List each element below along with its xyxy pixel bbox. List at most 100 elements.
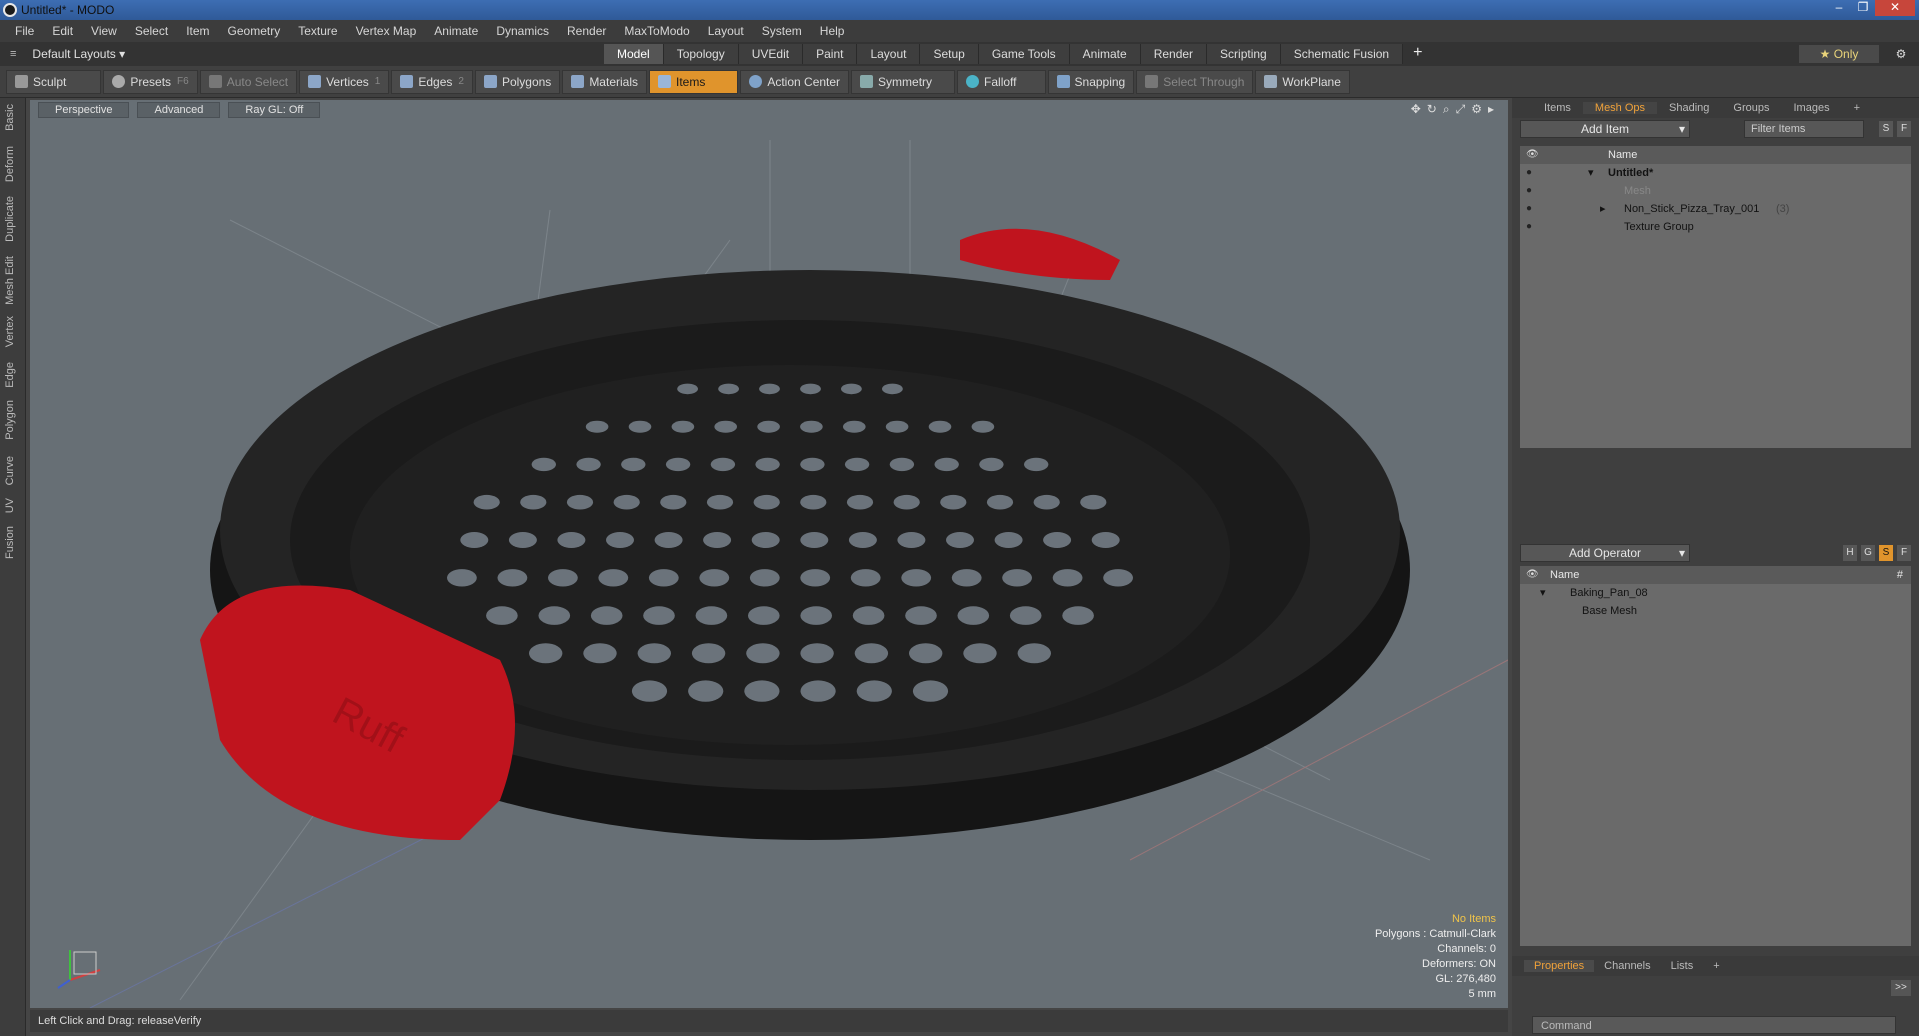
menu-layout[interactable]: Layout bbox=[699, 24, 753, 38]
s-button[interactable]: S bbox=[1879, 121, 1893, 137]
menu-texture[interactable]: Texture bbox=[289, 24, 346, 38]
menu-view[interactable]: View bbox=[82, 24, 126, 38]
gear-icon[interactable]: ⚙ bbox=[1891, 45, 1911, 63]
viewport-gear-icon[interactable]: ⚙ bbox=[1471, 102, 1482, 117]
eye-icon[interactable]: ● bbox=[1526, 218, 1532, 236]
menu-file[interactable]: File bbox=[6, 24, 43, 38]
left-tab-duplicate[interactable]: Duplicate bbox=[4, 196, 16, 242]
workplane-button[interactable]: WorkPlane bbox=[1255, 69, 1350, 94]
tab-properties[interactable]: Properties bbox=[1524, 960, 1595, 972]
left-tab-mesh-edit[interactable]: Mesh Edit bbox=[4, 256, 16, 305]
expand-arrow-icon[interactable]: ▸ bbox=[1488, 102, 1494, 117]
add-operator-button[interactable]: Add Operator ▾ bbox=[1520, 544, 1690, 562]
left-tab-curve[interactable]: Curve bbox=[4, 456, 16, 485]
edges-button[interactable]: Edges 2 bbox=[391, 69, 473, 94]
filter-items-input[interactable]: Filter Items bbox=[1744, 120, 1864, 138]
f-button[interactable]: F bbox=[1897, 121, 1911, 137]
symmetry-button[interactable]: Symmetry bbox=[851, 69, 956, 94]
tree-row-texture-group[interactable]: ● Texture Group bbox=[1520, 218, 1911, 236]
zoom-icon[interactable]: ⌕ bbox=[1443, 102, 1450, 117]
pan-icon[interactable]: ✥ bbox=[1411, 102, 1421, 117]
add-props-tab-button[interactable]: + bbox=[1703, 960, 1729, 972]
tab-game-tools[interactable]: Game Tools bbox=[978, 44, 1070, 64]
tab-groups[interactable]: Groups bbox=[1721, 102, 1781, 114]
tab-shading[interactable]: Shading bbox=[1657, 102, 1721, 114]
tree-row-mesh[interactable]: ● Mesh bbox=[1520, 182, 1911, 200]
g-button[interactable]: G bbox=[1861, 545, 1875, 561]
expand-arrow-icon[interactable]: ▾ bbox=[1588, 164, 1594, 182]
tab-uvedit[interactable]: UVEdit bbox=[738, 44, 804, 64]
tab-lists[interactable]: Lists bbox=[1661, 960, 1704, 972]
left-tab-basic[interactable]: Basic bbox=[4, 104, 16, 131]
f-op-button[interactable]: F bbox=[1897, 545, 1911, 561]
left-tab-uv[interactable]: UV bbox=[4, 498, 16, 513]
snapping-button[interactable]: Snapping bbox=[1047, 69, 1135, 94]
polygons-button[interactable]: Polygons bbox=[474, 69, 561, 94]
left-tab-fusion[interactable]: Fusion bbox=[4, 526, 16, 559]
materials-button[interactable]: Materials bbox=[562, 69, 647, 94]
menu-maxtomodo[interactable]: MaxToModo bbox=[615, 24, 698, 38]
eye-icon[interactable]: ● bbox=[1526, 164, 1532, 182]
command-input[interactable]: Command bbox=[1532, 1016, 1896, 1034]
menu-system[interactable]: System bbox=[753, 24, 811, 38]
vertices-button[interactable]: Vertices 1 bbox=[299, 69, 390, 94]
tab-layout[interactable]: Layout bbox=[857, 44, 921, 64]
menu-geometry[interactable]: Geometry bbox=[219, 24, 290, 38]
add-item-button[interactable]: Add Item ▾ bbox=[1520, 120, 1690, 138]
menu-item[interactable]: Item bbox=[177, 24, 218, 38]
menu-edit[interactable]: Edit bbox=[43, 24, 82, 38]
falloff-button[interactable]: Falloff bbox=[957, 69, 1046, 94]
menu-dynamics[interactable]: Dynamics bbox=[487, 24, 558, 38]
advanced-button[interactable]: Advanced bbox=[137, 102, 221, 118]
left-tab-vertex[interactable]: Vertex bbox=[4, 316, 16, 347]
tab-model[interactable]: Model bbox=[604, 44, 664, 64]
left-tab-edge[interactable]: Edge bbox=[4, 362, 16, 388]
3d-viewport[interactable]: Perspective Advanced Ray GL: Off ✥ ↻ ⌕ ⤢… bbox=[30, 100, 1508, 1008]
presets-button[interactable]: Presets F6 bbox=[103, 69, 198, 94]
menu-select[interactable]: Select bbox=[126, 24, 177, 38]
close-icon[interactable]: ✕ bbox=[1875, 0, 1915, 16]
expand-arrow-icon[interactable]: ▾ bbox=[1540, 584, 1546, 602]
tab-render[interactable]: Render bbox=[1140, 44, 1208, 64]
menu-vertex-map[interactable]: Vertex Map bbox=[347, 24, 426, 38]
menu-render[interactable]: Render bbox=[558, 24, 615, 38]
tree-row-pizza-tray[interactable]: ● ▸ Non_Stick_Pizza_Tray_001 (3) bbox=[1520, 200, 1911, 218]
add-panel-tab-button[interactable]: + bbox=[1842, 102, 1872, 114]
rotate-icon[interactable]: ↻ bbox=[1427, 102, 1437, 117]
s-op-button[interactable]: S bbox=[1879, 545, 1893, 561]
tab-scripting[interactable]: Scripting bbox=[1207, 44, 1281, 64]
h-button[interactable]: H bbox=[1843, 545, 1857, 561]
op-row-base-mesh[interactable]: Base Mesh bbox=[1520, 602, 1911, 620]
tab-topology[interactable]: Topology bbox=[663, 44, 739, 64]
tab-channels[interactable]: Channels bbox=[1594, 960, 1660, 972]
select-through-button[interactable]: Select Through bbox=[1136, 69, 1254, 94]
tree-row-untitled[interactable]: ● ▾ Untitled* bbox=[1520, 164, 1911, 182]
tab-items[interactable]: Items bbox=[1532, 102, 1583, 114]
tab-setup[interactable]: Setup bbox=[920, 44, 979, 64]
menu-help[interactable]: Help bbox=[811, 24, 854, 38]
tab-images[interactable]: Images bbox=[1782, 102, 1842, 114]
fit-icon[interactable]: ⤢ bbox=[1456, 102, 1466, 117]
menu-animate[interactable]: Animate bbox=[425, 24, 487, 38]
only-button[interactable]: ★ Only bbox=[1799, 45, 1879, 63]
tab-animate[interactable]: Animate bbox=[1069, 44, 1141, 64]
expand-button[interactable]: >> bbox=[1891, 980, 1911, 996]
raygl-button[interactable]: Ray GL: Off bbox=[228, 102, 321, 118]
left-tab-polygon[interactable]: Polygon bbox=[4, 400, 16, 440]
eye-icon[interactable]: ● bbox=[1526, 182, 1532, 200]
op-row-baking-pan[interactable]: ▾ Baking_Pan_08 bbox=[1520, 584, 1911, 602]
collapsed-arrow-icon[interactable]: ▸ bbox=[1600, 200, 1606, 218]
auto-select-button[interactable]: Auto Select bbox=[199, 69, 298, 94]
left-tab-deform[interactable]: Deform bbox=[4, 146, 16, 182]
minimize-icon[interactable]: – bbox=[1827, 0, 1851, 16]
action-center-button[interactable]: Action Center bbox=[740, 69, 850, 94]
add-tab-button[interactable]: + bbox=[1403, 44, 1432, 64]
tab-paint[interactable]: Paint bbox=[803, 44, 858, 64]
layout-dropdown[interactable]: Default Layouts ▾ bbox=[32, 47, 125, 61]
tab-mesh-ops[interactable]: Mesh Ops bbox=[1582, 102, 1658, 114]
items-button[interactable]: Items bbox=[649, 69, 739, 94]
maximize-icon[interactable]: ❐ bbox=[1851, 0, 1875, 16]
eye-icon[interactable]: ● bbox=[1526, 200, 1532, 218]
tab-schematic-fusion[interactable]: Schematic Fusion bbox=[1280, 44, 1404, 64]
layout-menu-icon[interactable]: ≡ bbox=[10, 48, 16, 60]
